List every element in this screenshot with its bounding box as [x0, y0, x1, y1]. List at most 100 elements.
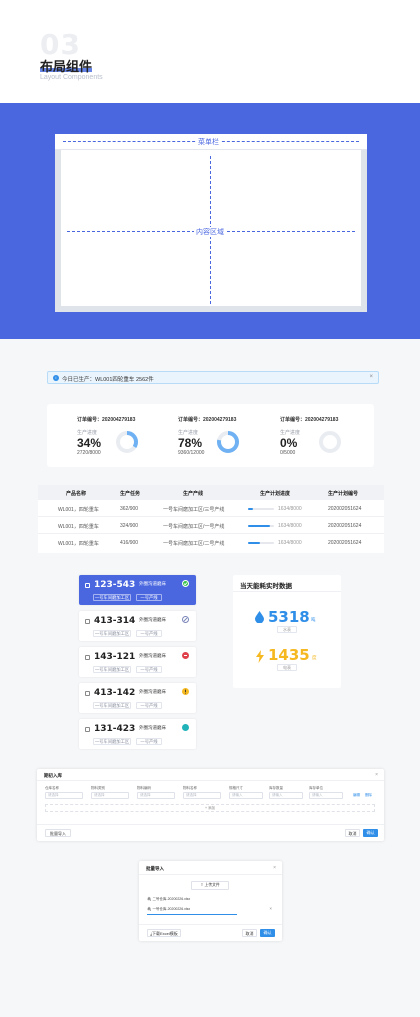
close-icon[interactable]: × — [375, 772, 378, 778]
machine-icon — [85, 727, 90, 732]
field-label: 规格尺寸 — [229, 786, 243, 790]
progress-percent: 34% — [77, 436, 102, 450]
code-select[interactable]: 请选择 — [137, 792, 175, 799]
progress-ring — [217, 431, 239, 453]
menu-label: 菜单栏 — [196, 137, 221, 147]
cell-task: 416/900 — [120, 540, 139, 546]
section-title: 布局组件 — [40, 59, 93, 74]
order-card: 订单编号：202004279183 生产进度 34% 2720/8000 — [77, 416, 167, 461]
batch-import-button[interactable]: 批量导入 — [45, 829, 71, 837]
line-pill: 一号产线 — [136, 666, 162, 673]
alert-icon — [182, 688, 189, 695]
table-row[interactable]: WL001，四轮重车 324/900 一号车间磨加工区/一号产线 1634/80… — [38, 517, 384, 534]
field-label: 物料编码 — [137, 786, 151, 790]
minus-icon — [182, 652, 189, 659]
energy-title: 当天能耗实时数据 — [240, 583, 292, 590]
power-value: 1435 — [268, 646, 310, 664]
divider — [139, 874, 282, 875]
cell-line: 一号车间磨加工区/二号产线 — [163, 541, 225, 547]
workshop-pill: 一号车间磨加工区 — [93, 738, 131, 745]
progress-bar — [248, 525, 274, 527]
workshop-pill: 一号车间磨加工区 — [93, 594, 131, 601]
station-number: 143-121 — [94, 652, 136, 662]
category-select[interactable]: 请选择 — [91, 792, 129, 799]
water-value: 5318 — [268, 608, 310, 626]
upload-progress — [147, 914, 237, 915]
order-number: 订单编号：202004279183 — [280, 417, 339, 423]
name-select[interactable]: 请选择 — [183, 792, 221, 799]
warehouse-select[interactable]: 请选择 — [45, 792, 83, 799]
line-pill: 一号产线 — [136, 594, 162, 601]
station-card[interactable]: 123-543 外圈沟道磨床 一号车间磨加工区 一号产线 — [79, 575, 196, 605]
unit-input[interactable]: 请输入 — [309, 792, 343, 799]
progress-fill — [248, 525, 271, 527]
progress-label: 生产进度 — [280, 430, 301, 436]
confirm-button[interactable]: 确认 — [363, 829, 378, 837]
station-number: 413-314 — [94, 616, 136, 626]
divider — [233, 591, 341, 592]
cell-progress: 1634/8000 — [278, 523, 302, 529]
station-card[interactable]: 143-121 外圈沟道磨床 一号车间磨加工区 一号产线 — [79, 647, 196, 677]
info-alert: i 今日已生产：WL001四轮重车 2562件 × — [47, 371, 379, 384]
station-number: 123-543 — [94, 580, 136, 590]
clip-icon: 🖇 — [147, 907, 152, 911]
right-frame — [361, 150, 367, 312]
cancel-button[interactable]: 取消 — [242, 929, 257, 937]
check-icon — [182, 580, 189, 587]
power-unit: 度 — [312, 655, 317, 660]
close-icon[interactable]: × — [273, 865, 276, 871]
station-number: 131-423 — [94, 724, 136, 734]
station-type: 外圈沟道磨床 — [139, 689, 166, 694]
file-item: 🖇 二号仓库-20200226.xlsx — [147, 897, 190, 902]
layout-mockup: 菜单栏 内容区域 — [55, 134, 367, 312]
download-label: 下载Excel模板 — [152, 931, 178, 936]
cell-product: WL001，四轮重车 — [58, 507, 99, 513]
size-input[interactable]: 请输入 — [229, 792, 263, 799]
field-label: 物料类别 — [91, 786, 105, 790]
lightning-icon — [256, 650, 264, 663]
upload-button[interactable]: ⇪ 上传文件 — [191, 881, 229, 890]
field-label: 仓库名称 — [45, 786, 59, 790]
cancel-button[interactable]: 取消 — [345, 829, 360, 837]
machine-icon — [85, 619, 90, 624]
progress-count: 9360/12000 — [178, 450, 205, 456]
station-type: 外圈沟道磨床 — [139, 725, 166, 730]
edit-link[interactable]: 编辑 — [353, 793, 360, 798]
workshop-pill: 一号车间磨加工区 — [93, 630, 131, 637]
table-header: 产品名称 生产任务 生产产线 生产计划进度 生产计划编号 — [38, 485, 384, 500]
col-line: 生产产线 — [183, 491, 204, 497]
energy-card: 当天能耗实时数据 5318 吨 水表 1435 度 电表 — [233, 575, 341, 688]
line-pill: 一号产线 — [136, 630, 162, 637]
progress-ring — [116, 431, 138, 453]
col-progress: 生产计划进度 — [260, 491, 291, 497]
upload-label: 上传文件 — [204, 883, 220, 887]
order-card: 订单编号：202004279183 生产进度 78% 9360/12000 — [178, 416, 268, 461]
file-name: 一号仓库-20200226.xlsx — [152, 907, 191, 911]
station-card[interactable]: 131-423 外圈沟道磨床 一号车间磨加工区 一号产线 — [79, 719, 196, 749]
station-card[interactable]: 413-142 外圈沟道磨床 一号车间磨加工区 一号产线 — [79, 683, 196, 713]
add-row-button[interactable]: + 添加 — [45, 804, 375, 812]
download-template-button[interactable]: ⤓下载Excel模板 — [147, 929, 181, 937]
remove-file-icon[interactable]: × — [269, 906, 272, 911]
order-progress-panel: 订单编号：202004279183 生产进度 34% 2720/8000 订单编… — [47, 404, 374, 467]
order-number: 订单编号：202004279183 — [178, 417, 237, 423]
station-type: 外圈沟道磨床 — [139, 653, 166, 658]
station-type: 外圈沟道磨床 — [139, 581, 166, 586]
col-task: 生产任务 — [120, 491, 141, 497]
alert-text: 今日已生产：WL001四轮重车 2562件 — [62, 377, 154, 383]
field-label: 库存单位 — [309, 786, 323, 790]
table-row[interactable]: WL001，四轮重车 362/900 一号车间磨加工区/三号产线 1634/80… — [38, 500, 384, 517]
production-table: 产品名称 生产任务 生产产线 生产计划进度 生产计划编号 WL001，四轮重车 … — [38, 485, 384, 553]
table-row[interactable]: WL001，四轮重车 416/900 一号车间磨加工区/二号产线 1634/80… — [38, 534, 384, 551]
delete-link[interactable]: 删除 — [365, 793, 372, 798]
station-card[interactable]: 413-314 外圈沟道磨床 一号车间磨加工区 一号产线 — [79, 611, 196, 641]
machine-icon — [85, 655, 90, 660]
line-pill: 一号产线 — [136, 702, 162, 709]
progress-bar — [248, 508, 274, 510]
confirm-button[interactable]: 确认 — [260, 929, 275, 937]
close-icon[interactable]: × — [369, 374, 373, 380]
divider — [37, 824, 384, 825]
quantity-input[interactable]: 请输入 — [269, 792, 303, 799]
progress-count: 0/5000 — [280, 450, 296, 456]
cell-code: 202002051624 — [328, 540, 362, 546]
